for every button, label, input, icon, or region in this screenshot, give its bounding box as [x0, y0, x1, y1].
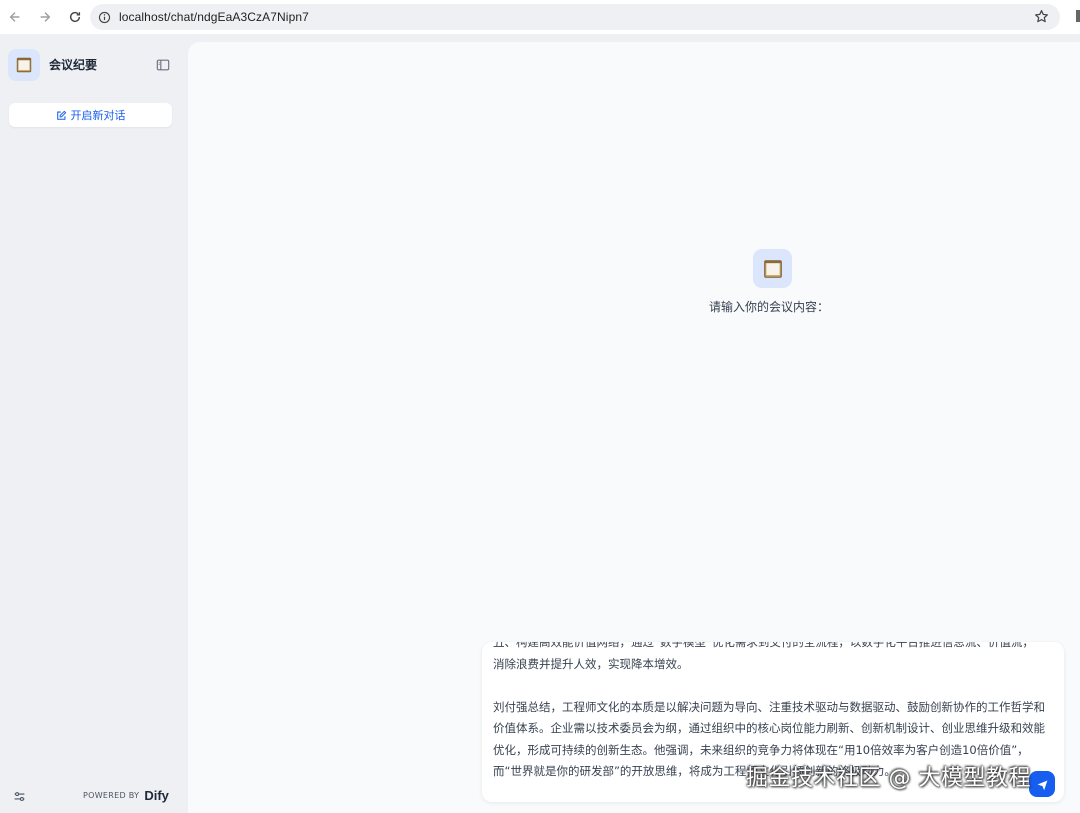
app-notebook-icon: [8, 49, 40, 81]
send-icon: [1037, 779, 1047, 790]
dify-logo: Dify: [144, 788, 169, 803]
browser-toolbar: localhost/chat/ndgEaA3CzA7Nipn7: [0, 0, 1080, 34]
new-chat-button[interactable]: 开启新对话: [9, 103, 172, 127]
edit-icon: [56, 110, 66, 120]
bookmark-star-icon[interactable]: [1034, 9, 1050, 25]
watermark-text: 掘金技术社区 @ 大模型教程: [746, 766, 1031, 791]
address-bar[interactable]: localhost/chat/ndgEaA3CzA7Nipn7: [90, 4, 1060, 30]
app-title: 会议纪要: [49, 58, 98, 72]
window-edge: [1076, 10, 1080, 22]
new-chat-label: 开启新对话: [70, 109, 126, 122]
sidebar: 会议纪要 开启新对话 POWERED BY Dify: [0, 34, 188, 813]
reload-icon[interactable]: [64, 6, 86, 28]
sidebar-collapse-icon[interactable]: [156, 57, 170, 71]
site-info-icon[interactable]: [97, 10, 111, 24]
powered-by-text: POWERED BY: [83, 791, 140, 800]
powered-by-footer: POWERED BY Dify: [83, 788, 169, 803]
chat-main-panel: 请输入你的会议内容： 丑、构建高效能价值网络，通过“数字模型”优化需求到交付的全…: [188, 42, 1080, 813]
forward-arrow-icon[interactable]: [34, 6, 56, 28]
opening-prompt: 请输入你的会议内容：: [708, 300, 829, 314]
back-arrow-icon[interactable]: [4, 6, 26, 28]
send-button[interactable]: [1029, 771, 1055, 797]
url-text: localhost/chat/ndgEaA3CzA7Nipn7: [119, 10, 309, 24]
app-notebook-icon: [753, 249, 792, 288]
settings-sliders-icon[interactable]: [13, 788, 27, 802]
